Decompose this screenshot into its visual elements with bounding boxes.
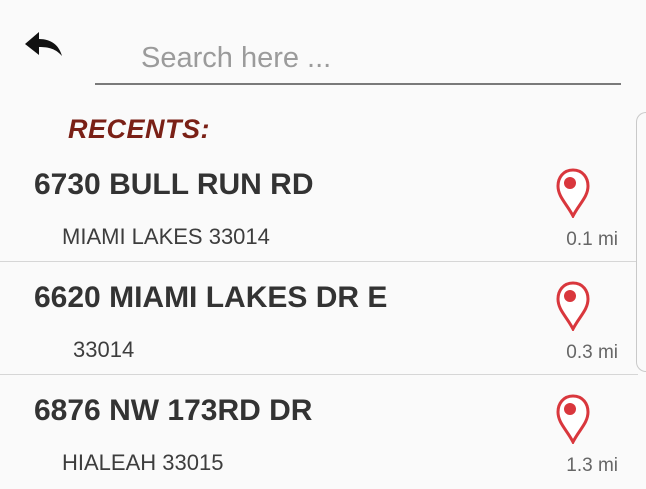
top-bar bbox=[0, 0, 646, 110]
search-bar[interactable] bbox=[95, 36, 621, 85]
recent-locality: MIAMI LAKES 33014 bbox=[62, 224, 270, 249]
scrollbar[interactable] bbox=[636, 112, 646, 372]
recent-item[interactable]: 6730 BULL RUN RD MIAMI LAKES 33014 0.1 m… bbox=[0, 150, 638, 262]
map-pin-icon bbox=[556, 168, 590, 218]
recent-address: 6620 MIAMI LAKES DR E bbox=[34, 281, 388, 314]
recent-distance: 0.1 mi bbox=[566, 229, 618, 250]
recent-distance: 0.3 mi bbox=[566, 342, 618, 363]
divider bbox=[0, 374, 638, 375]
map-pin-icon bbox=[556, 281, 590, 331]
search-input[interactable] bbox=[95, 36, 621, 80]
recent-locality: HIALEAH 33015 bbox=[62, 450, 224, 475]
recent-item[interactable]: 6876 NW 173RD DR HIALEAH 33015 1.3 mi bbox=[0, 376, 638, 488]
recent-address: 6730 BULL RUN RD bbox=[34, 168, 314, 201]
recent-item[interactable]: 6620 MIAMI LAKES DR E 33014 0.3 mi bbox=[0, 263, 638, 375]
map-pin-icon bbox=[556, 394, 590, 444]
recent-distance: 1.3 mi bbox=[566, 455, 618, 476]
recent-locality: 33014 bbox=[73, 337, 135, 362]
recent-address: 6876 NW 173RD DR bbox=[34, 394, 313, 427]
divider bbox=[0, 261, 638, 262]
recents-heading: RECENTS: bbox=[68, 114, 211, 144]
back-button[interactable] bbox=[20, 28, 66, 64]
back-arrow-icon bbox=[25, 32, 62, 56]
